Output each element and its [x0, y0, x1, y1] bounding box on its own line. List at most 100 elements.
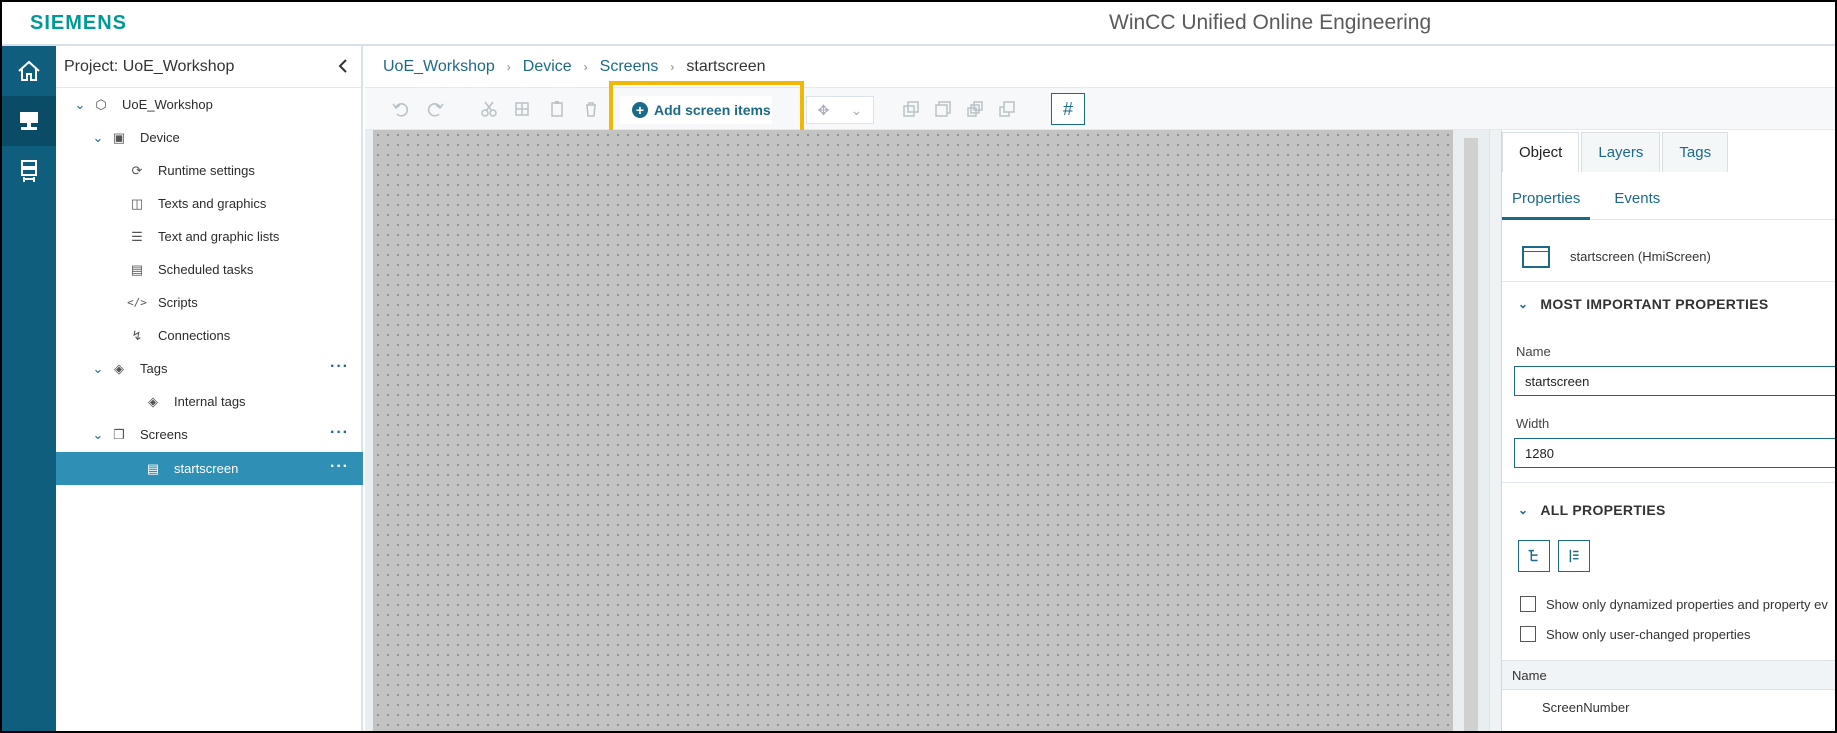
chevron-down-icon[interactable]: ⌄ [72, 97, 88, 113]
chevron-down-icon[interactable]: ⌄ [90, 427, 106, 443]
user-changed-filter-checkbox[interactable] [1520, 626, 1536, 642]
tree-item-runtime-settings[interactable]: ⟳ Runtime settings [56, 154, 363, 187]
internal-tag-icon: ◈ [148, 393, 158, 409]
bring-to-front-button[interactable] [931, 97, 955, 121]
tab-layers[interactable]: Layers [1581, 132, 1661, 172]
screen-icon [1522, 245, 1550, 268]
tree-item-text-and-graphic-lists[interactable]: ☰ Text and graphic lists [56, 220, 363, 253]
siemens-logo: SIEMENS [30, 12, 128, 34]
redo-button[interactable] [423, 97, 447, 121]
screen-icon: ▤ [146, 460, 160, 476]
table-row[interactable]: ScreenNumber [1502, 692, 1835, 722]
library-button[interactable] [2, 146, 56, 196]
send-backward-button[interactable] [963, 97, 987, 121]
chevron-down-icon[interactable]: ⌄ [90, 361, 106, 377]
section-title: ALL PROPERTIES [1540, 502, 1666, 518]
flat-view-icon [1569, 549, 1579, 563]
send-to-back-icon [999, 101, 1015, 117]
cut-button[interactable] [477, 97, 501, 121]
device-icon [20, 112, 38, 130]
tree-item-connections[interactable]: ↯ Connections [56, 319, 363, 352]
cube-icon: ⬡ [95, 96, 107, 112]
tree-item-internal-tags[interactable]: ◈ Internal tags [56, 385, 363, 418]
name-field[interactable]: startscreen [1514, 366, 1835, 396]
tree-item-screens[interactable]: ⌄ ❐ Screens ··· [56, 418, 363, 451]
move-icon: ✥ [817, 101, 830, 118]
subtab-events[interactable]: Events [1604, 190, 1670, 220]
panel-splitter[interactable] [1489, 130, 1501, 731]
breadcrumb-item[interactable]: Device [523, 58, 572, 76]
breadcrumb-item[interactable]: Screens [600, 58, 659, 76]
device-button[interactable] [2, 96, 56, 146]
all-properties-section-header[interactable]: ⌄ ALL PROPERTIES [1502, 490, 1835, 530]
code-icon: </> [127, 296, 147, 309]
tree-item-scripts[interactable]: </> Scripts [56, 286, 363, 319]
tree-item-label: Device [140, 130, 180, 145]
tree-item-scheduled-tasks[interactable]: ▤ Scheduled tasks [56, 253, 363, 286]
screen-canvas[interactable] [373, 130, 1453, 731]
more-options-button[interactable]: ··· [330, 424, 349, 442]
chevron-down-icon[interactable]: ⌄ [90, 130, 106, 146]
grid-icon: # [1062, 98, 1073, 119]
tree-item-label: Connections [158, 328, 231, 343]
calendar-icon: ▤ [130, 261, 144, 277]
tree-item-label: Runtime settings [158, 163, 255, 178]
selected-object-name: startscreen (HmiScreen) [1570, 249, 1711, 264]
bring-forward-button[interactable] [899, 97, 923, 121]
breadcrumb-item[interactable]: UoE_Workshop [383, 58, 495, 76]
collapse-panel-icon[interactable] [335, 57, 353, 75]
tab-tags[interactable]: Tags [1662, 132, 1729, 172]
bring-to-front-icon [935, 101, 951, 117]
section-divider [1502, 482, 1835, 483]
tree-item-device[interactable]: ⌄ ▣ Device [56, 121, 363, 154]
canvas-area [365, 130, 1489, 731]
cut-icon [481, 101, 497, 117]
dynamized-filter-row[interactable]: Show only dynamized properties and prope… [1520, 596, 1828, 612]
delete-button[interactable] [579, 97, 603, 121]
project-tree-header: Project: UoE_Workshop [56, 46, 361, 88]
connection-icon: ↯ [131, 327, 143, 343]
tree-item-label: Screens [140, 427, 188, 442]
home-button[interactable] [2, 46, 56, 96]
tag-icon: ◈ [114, 360, 124, 376]
breadcrumb-current: startscreen [686, 57, 766, 75]
redo-icon [427, 103, 444, 117]
paste-button[interactable] [545, 97, 569, 121]
canvas-vertical-scrollbar[interactable] [1464, 138, 1478, 731]
tree-item-label: Internal tags [174, 394, 246, 409]
paste-icon [551, 101, 563, 117]
column-name-header: Name [1512, 667, 1547, 683]
app-title: WinCC Unified Online Engineering [1109, 11, 1432, 34]
tree-view-button[interactable] [1518, 540, 1550, 572]
tree-item-tags[interactable]: ⌄ ◈ Tags ··· [56, 352, 363, 385]
more-options-button[interactable]: ··· [330, 358, 349, 376]
dynamized-filter-checkbox[interactable] [1520, 596, 1536, 612]
tree-item-startscreen[interactable]: ▤ startscreen ··· [56, 452, 363, 485]
user-changed-filter-row[interactable]: Show only user-changed properties [1520, 626, 1751, 642]
chevron-down-icon: ⌄ [850, 101, 863, 118]
copy-icon [515, 102, 529, 116]
tree-item-uoe-workshop[interactable]: ⌄ ⬡ UoE_Workshop [56, 88, 363, 121]
subtab-properties[interactable]: Properties [1502, 190, 1591, 220]
grid-toggle-button[interactable]: # [1051, 93, 1085, 125]
send-to-back-button[interactable] [995, 97, 1019, 121]
arrange-dropdown[interactable]: ✥ ⌄ [806, 96, 874, 124]
flat-view-button[interactable] [1558, 540, 1590, 572]
copy-button[interactable] [510, 97, 534, 121]
more-options-button[interactable]: ··· [330, 458, 349, 476]
project-tree-panel: Project: UoE_Workshop ⌄ ⬡ UoE_Workshop ⌄… [56, 46, 363, 731]
runtime-settings-icon: ⟳ [131, 162, 143, 178]
breadcrumb-separator-icon: › [583, 59, 588, 74]
home-icon [18, 60, 40, 81]
tree-view-icon [1528, 549, 1538, 562]
width-field[interactable]: 1280 [1514, 438, 1835, 468]
properties-table-header: Name [1502, 660, 1835, 690]
app-window: SIEMENS WinCC Unified Online Engineering… [0, 0, 1837, 733]
breadcrumb: UoE_Workshop › Device › Screens › starts… [365, 46, 1835, 88]
undo-button[interactable] [389, 97, 413, 121]
most-important-section-header[interactable]: ⌄ MOST IMPORTANT PROPERTIES [1502, 284, 1835, 324]
tree-item-texts-and-graphics[interactable]: ◫ Texts and graphics [56, 187, 363, 220]
tab-object[interactable]: Object [1502, 132, 1580, 172]
screens-icon: ❐ [113, 426, 125, 442]
list-icon: ☰ [131, 228, 143, 244]
